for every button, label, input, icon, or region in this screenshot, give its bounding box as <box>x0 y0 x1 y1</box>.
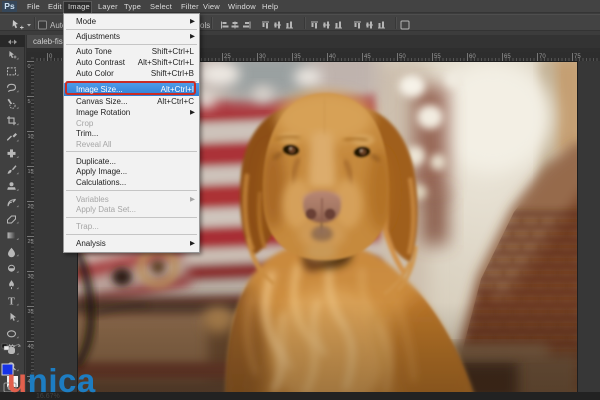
svg-text:20: 20 <box>28 204 34 210</box>
svg-text:35: 35 <box>28 309 34 315</box>
svg-text:5: 5 <box>28 99 31 105</box>
svg-text:30: 30 <box>259 54 266 60</box>
svg-text:65: 65 <box>504 54 511 60</box>
svg-text:25: 25 <box>28 239 34 245</box>
svg-text:40: 40 <box>28 344 34 350</box>
svg-text:T: T <box>8 297 15 308</box>
svg-text:10: 10 <box>28 134 34 140</box>
svg-text:75: 75 <box>574 54 581 60</box>
svg-text:35: 35 <box>294 54 301 60</box>
svg-text:55: 55 <box>434 54 441 60</box>
svg-text:30: 30 <box>28 274 34 280</box>
svg-text:15: 15 <box>28 169 34 175</box>
svg-text:25: 25 <box>224 54 231 60</box>
svg-text:50: 50 <box>399 54 406 60</box>
svg-text:70: 70 <box>539 54 546 60</box>
svg-text:40: 40 <box>329 54 336 60</box>
svg-text:45: 45 <box>364 54 371 60</box>
svg-text:60: 60 <box>469 54 476 60</box>
svg-text:0: 0 <box>28 64 31 70</box>
svg-text:ols: ols <box>200 21 210 30</box>
